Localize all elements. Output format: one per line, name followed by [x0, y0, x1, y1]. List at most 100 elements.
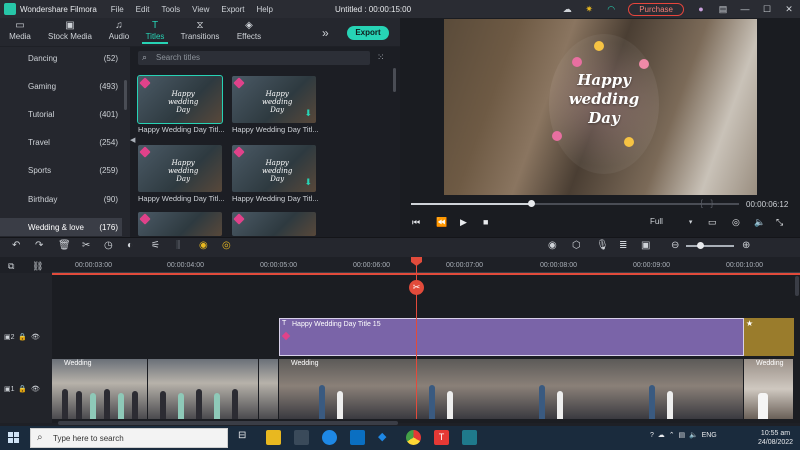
split-icon[interactable]: ✂ — [82, 240, 90, 251]
dropbox-icon[interactable]: ◆ — [378, 430, 393, 445]
play-back-icon[interactable]: ⏪ — [436, 217, 447, 228]
fullscreen-icon[interactable]: ⤡ — [776, 217, 783, 228]
tab-titles[interactable]: T Titles — [142, 20, 168, 44]
title-thumbnail-3[interactable]: Happy wedding Day — [138, 145, 222, 192]
subtitle-icon[interactable]: ▣ — [641, 240, 650, 251]
grid-view-icon[interactable]: ⁙ — [377, 52, 387, 62]
quality-select[interactable]: Full ▾ — [650, 217, 692, 226]
video-clip[interactable]: Wedding — [279, 359, 744, 419]
microphone-icon[interactable]: 🎙 — [596, 240, 609, 251]
lock-icon[interactable]: 🔒 — [18, 334, 27, 341]
chrome-icon[interactable] — [406, 430, 421, 445]
zoom-slider-handle[interactable] — [697, 242, 704, 249]
render-icon[interactable]: ◉ — [548, 240, 557, 251]
maximize-icon[interactable]: ☐ — [760, 2, 774, 16]
download-icon[interactable]: ⬇ — [304, 108, 312, 119]
download-icon[interactable]: ⬇ — [304, 177, 312, 188]
lightbulb-icon[interactable]: ✷ — [582, 2, 596, 16]
redo-icon[interactable]: ↷ — [35, 240, 43, 251]
title-thumbnail-2[interactable]: Happy wedding Day ⬇ — [232, 76, 316, 123]
keyframe-icon[interactable]: ◎ — [222, 240, 231, 251]
delete-icon[interactable]: 🗑 — [58, 240, 71, 251]
task-view-icon[interactable]: ⊟ — [238, 430, 253, 445]
chevron-up-icon[interactable]: ⌃ — [669, 432, 675, 439]
notification-icon[interactable]: ▤ — [716, 2, 730, 16]
effect-clip[interactable]: ★ — [744, 318, 794, 356]
timeline-ruler[interactable] — [0, 257, 800, 273]
playback-progress-handle[interactable] — [528, 200, 535, 207]
stop-icon[interactable]: ■ — [483, 217, 488, 227]
zoom-in-icon[interactable]: ⊕ — [742, 240, 750, 251]
mail-icon[interactable] — [350, 430, 365, 445]
file-explorer-icon[interactable] — [266, 430, 281, 445]
zoom-slider-track[interactable] — [686, 245, 734, 247]
motion-tracking-icon[interactable]: ◉ — [199, 240, 208, 251]
headset-icon[interactable]: ◠ — [604, 2, 618, 16]
taskbar-search[interactable]: ⌕ Type here to search — [30, 428, 228, 448]
zoom-out-icon[interactable]: ⊖ — [671, 240, 679, 251]
title-thumbnail-1[interactable]: Happy wedding Day — [137, 75, 223, 124]
visibility-icon[interactable]: 👁 — [31, 334, 40, 341]
help-icon[interactable]: ? — [650, 432, 654, 439]
avatar[interactable]: ● — [694, 2, 708, 16]
category-item[interactable]: Wedding & love (176) — [0, 218, 122, 237]
split-at-playhead-icon[interactable]: ✂ — [409, 280, 424, 295]
volume-icon[interactable]: 🔈 — [689, 432, 698, 439]
category-item[interactable]: Birthday (90) — [0, 190, 122, 208]
audio-wave-icon[interactable]: ⫼ — [176, 240, 181, 251]
purchase-button[interactable]: Purchase — [628, 2, 684, 16]
video-clip[interactable] — [259, 359, 279, 419]
system-clock[interactable]: 10:55 am 24/08/2022 — [758, 429, 793, 447]
category-item[interactable]: Tutorial (401) — [0, 105, 122, 123]
tab-transitions[interactable]: ⧖ Transitions — [180, 20, 220, 41]
title-thumbnail-4[interactable]: Happy wedding Day ⬇ — [232, 145, 316, 192]
menu-file[interactable]: File — [111, 5, 124, 14]
undo-icon[interactable]: ↶ — [12, 240, 20, 251]
cloud-icon[interactable]: ☁ — [658, 432, 665, 439]
color-icon[interactable]: ◐ — [127, 240, 133, 251]
step-back-icon[interactable]: ⏮ — [412, 217, 420, 228]
monitor-icon[interactable]: ▭ — [708, 217, 717, 228]
menu-tools[interactable]: Tools — [161, 5, 180, 14]
video-clip[interactable]: Wedding — [52, 359, 148, 419]
category-item[interactable]: Dancing (52) — [0, 49, 122, 67]
timeline-scrollbar[interactable] — [58, 421, 398, 425]
sidebar-scrollbar[interactable] — [124, 80, 127, 110]
panel-scrollbar[interactable] — [393, 68, 396, 92]
tab-media[interactable]: ▭ Media — [6, 20, 34, 41]
menu-view[interactable]: View — [192, 5, 209, 14]
voiceover-list-icon[interactable]: ≣ — [619, 240, 627, 251]
video-clip[interactable] — [148, 359, 259, 419]
minimize-icon[interactable]: — — [738, 2, 752, 16]
add-track-icon[interactable]: ⧉ — [8, 261, 14, 272]
network-icon[interactable]: ▤ — [678, 432, 685, 439]
system-tray[interactable]: ? ☁ ⌃ ▤ 🔈 ENG — [650, 431, 717, 439]
collapse-panel-icon[interactable]: ◀ — [130, 136, 135, 144]
category-item[interactable]: Sports (259) — [0, 162, 122, 180]
store-icon[interactable] — [294, 430, 309, 445]
tab-stock-media[interactable]: ▣ Stock Media — [46, 20, 94, 41]
title-thumbnail-5[interactable] — [138, 212, 222, 236]
category-item[interactable]: Travel (254) — [0, 134, 122, 152]
tab-effects[interactable]: ◈ Effects — [234, 20, 264, 41]
filmora-taskbar-icon[interactable] — [462, 430, 477, 445]
language-indicator[interactable]: ENG — [702, 432, 717, 439]
menu-help[interactable]: Help — [256, 5, 272, 14]
speed-icon[interactable]: ◷ — [104, 240, 113, 251]
tab-audio[interactable]: ♫ Audio — [104, 20, 134, 41]
category-item[interactable]: Gaming (493) — [0, 77, 122, 95]
adjust-icon[interactable]: ⚟ — [151, 240, 160, 251]
marker-icon[interactable]: ⬡ — [572, 240, 581, 251]
title-thumbnail-6[interactable] — [232, 212, 316, 236]
volume-icon[interactable]: 🔈 — [754, 217, 765, 228]
title-clip[interactable]: T Happy Wedding Day Title 15 — [279, 318, 744, 356]
export-button[interactable]: Export — [347, 26, 389, 40]
track-scrollbar[interactable] — [795, 276, 799, 296]
link-icon[interactable]: ⛓ — [32, 261, 43, 272]
snapshot-icon[interactable]: ◎ — [732, 217, 740, 228]
play-icon[interactable]: ▶ — [460, 217, 467, 228]
close-icon[interactable]: ✕ — [782, 2, 796, 16]
windows-start-icon[interactable] — [8, 432, 20, 444]
visibility-icon[interactable]: 👁 — [31, 386, 40, 393]
search-field[interactable]: ⌕ Search titles — [138, 51, 370, 65]
